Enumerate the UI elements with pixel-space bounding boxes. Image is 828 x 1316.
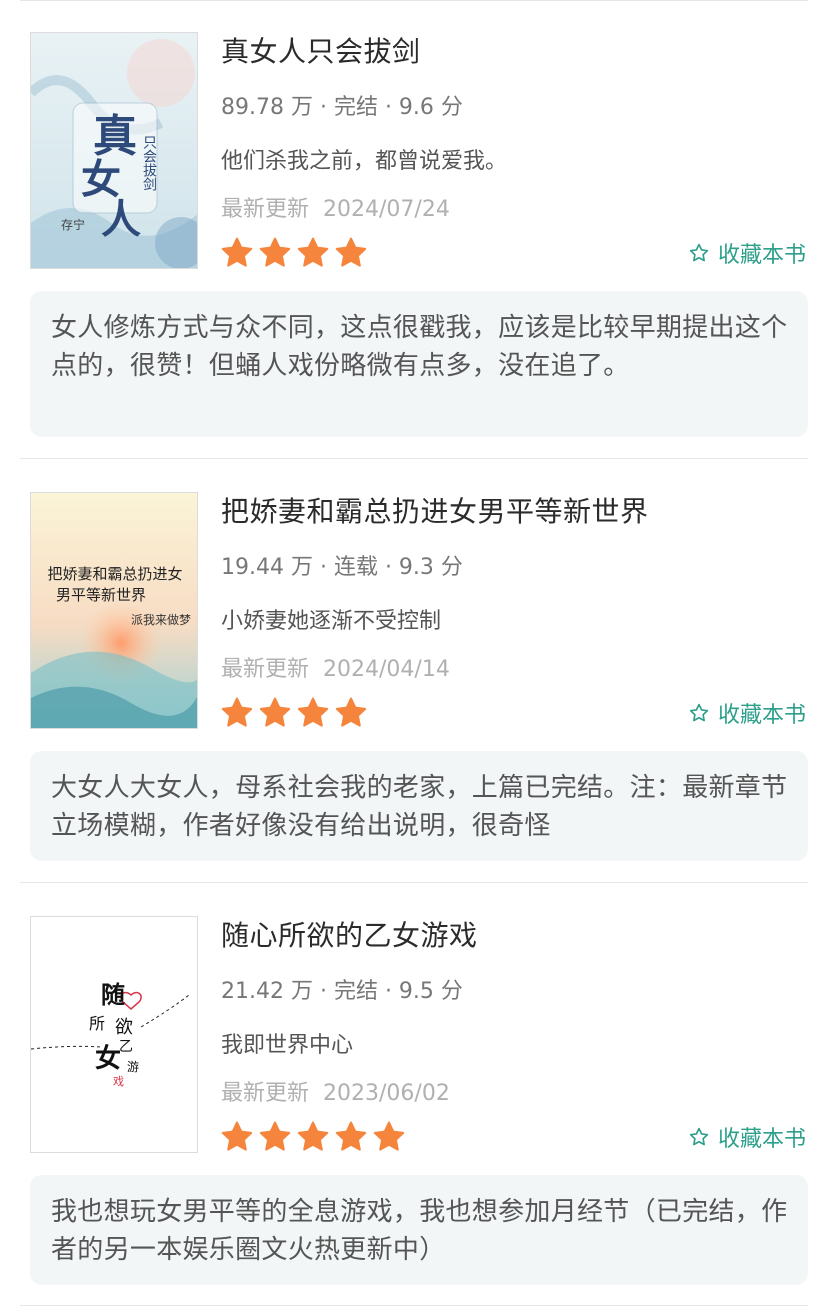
review-box: 女人修炼方式与众不同，这点很戳我，应该是比较早期提出这个点的，很赞！但蛹人戏份略…	[30, 291, 808, 437]
favorite-label: 收藏本书	[717, 703, 806, 728]
favorite-label: 收藏本书	[717, 1127, 806, 1152]
update-info: 最新更新 2024/04/14	[221, 651, 450, 683]
update-info: 最新更新 2024/07/24	[221, 191, 450, 223]
review-box: 大女人大女人，母系社会我的老家，上篇已完结。注：最新章节立场模糊，作者好像没有给…	[30, 751, 808, 861]
update-label: 最新更新	[221, 197, 310, 222]
book-summary: 他们杀我之前，都曾说爱我。	[221, 149, 508, 174]
book-summary: 小娇妻她逐渐不受控制	[221, 609, 442, 634]
book-title[interactable]: 随心所欲的乙女游戏	[221, 914, 478, 954]
update-date: 2024/07/24	[323, 197, 450, 222]
favorite-button[interactable]: 收藏本书	[688, 1121, 806, 1153]
cover-title-char: 戏	[113, 1075, 124, 1088]
cover-title-char: 随	[101, 980, 125, 1009]
book-meta: 21.42 万 · 完结 · 9.5 分	[221, 979, 463, 1004]
cover-title-char: 所	[89, 1014, 105, 1033]
rating-stars	[221, 1121, 405, 1155]
divider	[20, 458, 808, 459]
review-text: 我也想玩女男平等的全息游戏，我也想参加月经节（已完结，作者的另一本娱乐圈文火热更…	[51, 1197, 788, 1265]
book-summary: 我即世界中心	[221, 1033, 354, 1058]
cover-title-char: 真	[93, 111, 137, 162]
book-cover-image[interactable]: 把娇妻和霸总扔进女 男平等新世界 派我来做梦	[30, 492, 198, 729]
rating-stars	[221, 697, 367, 731]
favorite-button[interactable]: 收藏本书	[688, 697, 806, 729]
review-box: 我也想玩女男平等的全息游戏，我也想参加月经节（已完结，作者的另一本娱乐圈文火热更…	[30, 1175, 808, 1285]
cover-author: 存宁	[61, 217, 85, 232]
cover-title-char: 欲	[115, 1017, 133, 1038]
rating-star-icon	[335, 1121, 367, 1151]
cover-subtitle: 只会拔剑	[141, 135, 157, 191]
cover-title-char: 乙	[119, 1039, 133, 1055]
cover-title-char: 人	[101, 196, 141, 243]
favorite-label: 收藏本书	[717, 243, 806, 268]
rating-star-icon	[259, 697, 291, 727]
book-cover-image[interactable]: 随 所 欲 乙 女 游 戏	[30, 916, 198, 1153]
cover-art: 把娇妻和霸总扔进女 男平等新世界 派我来做梦	[31, 493, 197, 728]
book-meta: 89.78 万 · 完结 · 9.6 分	[221, 95, 463, 120]
book-title[interactable]: 把娇妻和霸总扔进女男平等新世界	[221, 490, 649, 530]
rating-star-icon	[221, 237, 253, 267]
cover-title-line: 男平等新世界	[56, 586, 146, 604]
favorite-button[interactable]: 收藏本书	[688, 237, 806, 269]
star-outline-icon	[689, 703, 709, 722]
cover-title-char: 女	[95, 1043, 121, 1074]
book-meta: 19.44 万 · 连载 · 9.3 分	[221, 555, 463, 580]
divider	[20, 1305, 808, 1306]
cover-art: 随 所 欲 乙 女 游 戏	[31, 917, 197, 1152]
rating-star-icon	[221, 697, 253, 727]
star-outline-icon	[689, 1127, 709, 1146]
update-date: 2024/04/14	[323, 657, 450, 682]
rating-star-icon	[335, 697, 367, 727]
rating-star-icon	[373, 1121, 405, 1151]
book-cover-image[interactable]: 真 女 人 只会拔剑 存宁	[30, 32, 198, 269]
rating-star-icon	[221, 1121, 253, 1151]
top-divider	[20, 0, 808, 1]
cover-title-char: 游	[127, 1060, 139, 1074]
update-date: 2023/06/02	[323, 1081, 450, 1106]
divider	[20, 882, 808, 883]
rating-star-icon	[297, 237, 329, 267]
rating-stars	[221, 237, 367, 271]
rating-star-icon	[297, 1121, 329, 1151]
update-label: 最新更新	[221, 1081, 310, 1106]
rating-star-icon	[259, 1121, 291, 1151]
update-info: 最新更新 2023/06/02	[221, 1075, 450, 1107]
cover-art: 真 女 人 只会拔剑 存宁	[31, 33, 197, 268]
star-outline-icon	[689, 243, 709, 262]
review-text: 女人修炼方式与众不同，这点很戳我，应该是比较早期提出这个点的，很赞！但蛹人戏份略…	[51, 313, 788, 381]
update-label: 最新更新	[221, 657, 310, 682]
book-title[interactable]: 真女人只会拔剑	[221, 30, 421, 70]
review-text: 大女人大女人，母系社会我的老家，上篇已完结。注：最新章节立场模糊，作者好像没有给…	[51, 773, 788, 841]
cover-title-line: 把娇妻和霸总扔进女	[47, 565, 182, 583]
rating-star-icon	[335, 237, 367, 267]
rating-star-icon	[259, 237, 291, 267]
rating-star-icon	[297, 697, 329, 727]
cover-author: 派我来做梦	[131, 612, 191, 627]
